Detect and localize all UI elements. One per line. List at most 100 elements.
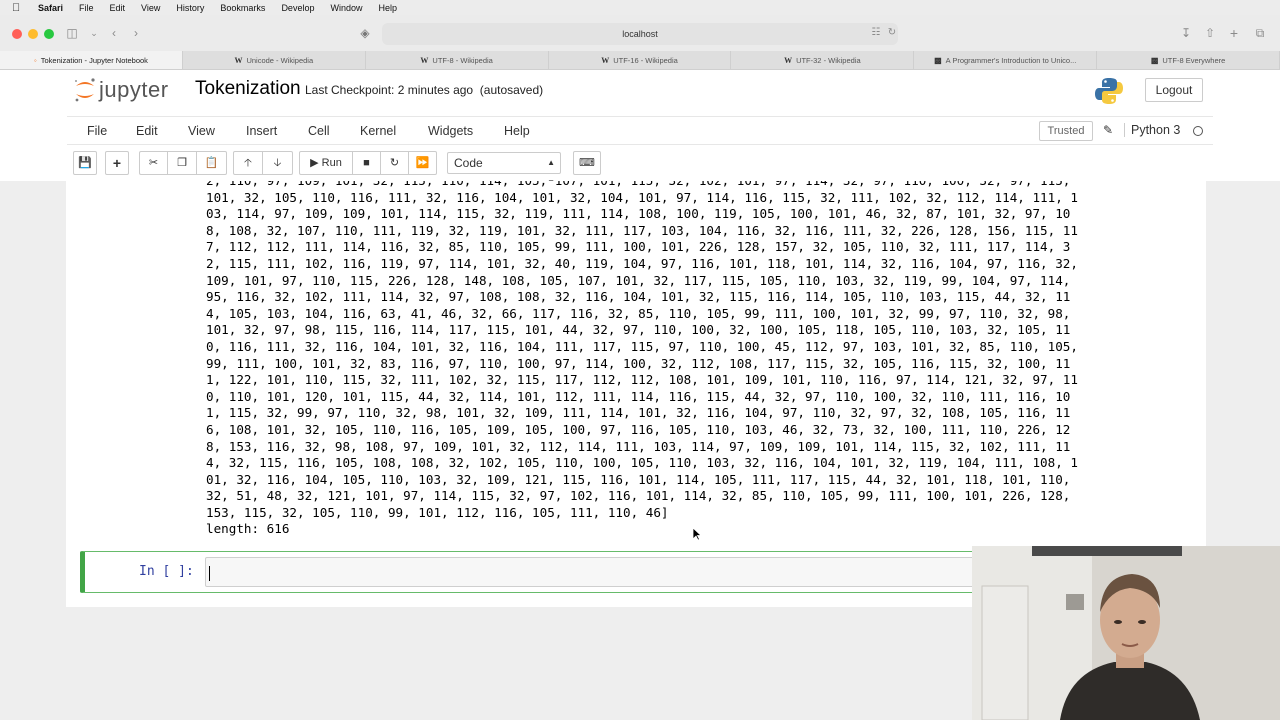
downloads-icon[interactable]: ↧	[1178, 25, 1194, 41]
play-icon: ▶	[310, 157, 319, 169]
output-line: 2, 110, 97, 109, 101, 32, 115, 110, 114,…	[206, 181, 1186, 190]
insert-cell-icon[interactable]: +	[105, 151, 129, 175]
address-bar[interactable]: localhost	[382, 23, 898, 45]
mouse-pointer-icon	[692, 527, 702, 541]
python-logo-icon	[1095, 78, 1123, 104]
command-palette-icon[interactable]: ⌨	[573, 151, 601, 175]
tab-label: Tokenization - Jupyter Notebook	[40, 55, 148, 65]
new-tab-icon[interactable]: +	[1226, 25, 1242, 41]
macos-menubar:  Safari File Edit View History Bookmark…	[0, 0, 1280, 15]
jupyter-logo-text: jupyter	[99, 77, 169, 102]
jupyter-logo[interactable]: jupyter	[73, 76, 169, 104]
nb-menu-help[interactable]: Help	[504, 124, 530, 138]
nb-menu-edit[interactable]: Edit	[136, 124, 158, 138]
interrupt-icon[interactable]: ■	[353, 151, 381, 175]
nb-menu-file[interactable]: File	[87, 124, 107, 138]
trusted-badge[interactable]: Trusted	[1039, 121, 1093, 141]
tab-utf8-everywhere[interactable]: ▩ UTF-8 Everywhere	[1097, 51, 1280, 69]
output-line: 32, 51, 48, 32, 121, 101, 97, 114, 115, …	[206, 488, 1071, 504]
jupyter-favicon-icon: ◦	[33, 55, 37, 65]
restart-run-all-icon[interactable]: ⏩	[409, 151, 437, 175]
nb-menu-insert[interactable]: Insert	[246, 124, 277, 138]
translate-icon[interactable]: ☷	[868, 25, 884, 41]
privacy-shield-icon[interactable]: ◈	[357, 25, 373, 41]
cell-output: 2, 110, 97, 109, 101, 32, 115, 110, 114,…	[206, 181, 1186, 538]
menu-app-safari[interactable]: Safari	[38, 3, 63, 13]
save-icon[interactable]: 💾	[73, 151, 97, 175]
cut-icon[interactable]: ✂	[139, 151, 167, 175]
tab-label: UTF-16 - Wikipedia	[613, 55, 678, 65]
jupyter-header: jupyter Tokenization Last Checkpoint: 2 …	[0, 70, 1280, 112]
reload-icon[interactable]: ↻	[884, 25, 900, 41]
tab-unicode[interactable]: W Unicode - Wikipedia	[183, 51, 366, 69]
minimize-window-button[interactable]	[28, 29, 38, 39]
menu-view[interactable]: View	[141, 3, 160, 13]
paste-icon[interactable]: 📋	[197, 151, 227, 175]
sidebar-icon[interactable]: ◫	[64, 25, 80, 41]
chevron-down-icon[interactable]: ⌄	[86, 25, 102, 41]
output-line: 1, 115, 32, 99, 97, 110, 32, 98, 101, 32…	[206, 405, 1071, 421]
tab-label: UTF-8 - Wikipedia	[432, 55, 493, 65]
menu-help[interactable]: Help	[378, 3, 397, 13]
output-line: 01, 32, 116, 104, 105, 110, 103, 32, 109…	[206, 471, 1071, 487]
kernel-idle-icon	[1193, 126, 1203, 136]
back-icon[interactable]: ‹	[106, 25, 122, 41]
tab-tokenization[interactable]: ◦ Tokenization - Jupyter Notebook	[0, 51, 183, 69]
output-line: 153, 115, 32, 105, 110, 99, 101, 112, 11…	[206, 504, 669, 520]
site-favicon-icon: ▩	[934, 55, 942, 65]
menu-edit[interactable]: Edit	[110, 3, 126, 13]
output-line: 2, 115, 111, 102, 116, 119, 97, 114, 101…	[206, 255, 1078, 271]
tab-utf16[interactable]: W UTF-16 - Wikipedia	[549, 51, 732, 69]
tab-label: Unicode - Wikipedia	[246, 55, 314, 65]
copy-icon[interactable]: ❐	[167, 151, 197, 175]
close-window-button[interactable]	[12, 29, 22, 39]
menu-develop[interactable]: Develop	[281, 3, 314, 13]
output-line: 6, 108, 101, 32, 105, 110, 116, 105, 109…	[206, 421, 1071, 437]
wikipedia-favicon-icon: W	[420, 55, 429, 65]
run-button[interactable]: ▶ Run	[299, 151, 353, 175]
apple-menu-icon[interactable]: 	[12, 2, 26, 14]
notebook-container: 2, 110, 97, 109, 101, 32, 115, 110, 114,…	[66, 181, 1206, 607]
nb-menu-view[interactable]: View	[188, 124, 215, 138]
tab-label: UTF-8 Everywhere	[1162, 55, 1226, 65]
notebook-menubar: File Edit View Insert Cell Kernel Widget…	[67, 116, 1213, 145]
cell-type-value: Code	[454, 156, 483, 170]
nb-menu-cell[interactable]: Cell	[308, 124, 330, 138]
presenter-video	[972, 546, 1280, 720]
output-line: 03, 114, 97, 109, 109, 101, 114, 115, 32…	[206, 206, 1071, 222]
tab-utf8[interactable]: W UTF-8 - Wikipedia	[366, 51, 549, 69]
nb-menu-widgets[interactable]: Widgets	[428, 124, 473, 138]
tab-utf32[interactable]: W UTF-32 - Wikipedia	[731, 51, 915, 69]
webcam-overlay	[972, 546, 1280, 720]
logout-button[interactable]: Logout	[1145, 78, 1203, 102]
move-up-icon[interactable]: 🡡	[233, 151, 263, 175]
cell-type-select[interactable]: Code▲▼	[447, 152, 561, 187]
output-line: 109, 101, 97, 110, 115, 226, 128, 148, 1…	[206, 272, 1071, 288]
output-line: 8, 108, 32, 107, 110, 111, 119, 32, 119,…	[206, 222, 1078, 238]
zoom-window-button[interactable]	[44, 29, 54, 39]
menu-history[interactable]: History	[176, 3, 204, 13]
move-down-icon[interactable]: 🡣	[263, 151, 293, 175]
menu-file[interactable]: File	[79, 3, 94, 13]
menu-bookmarks[interactable]: Bookmarks	[220, 3, 265, 13]
forward-icon[interactable]: ›	[128, 25, 144, 41]
wikipedia-favicon-icon: W	[601, 55, 610, 65]
menu-window[interactable]: Window	[330, 3, 362, 13]
tab-label: A Programmer's Introduction to Unico...	[945, 55, 1077, 65]
nb-menu-kernel[interactable]: Kernel	[360, 124, 396, 138]
restart-icon[interactable]: ↻	[381, 151, 409, 175]
tab-programmers-intro[interactable]: ▩ A Programmer's Introduction to Unico...	[914, 51, 1098, 69]
checkpoint-status: Last Checkpoint: 2 minutes ago (autosave…	[305, 83, 543, 97]
browser-tabs: ◦ Tokenization - Jupyter Notebook W Unicod…	[0, 51, 1280, 70]
notebook-toolbar: 💾 + ✂ ❐ 📋 🡡 🡣 ▶ Run ■ ↻ ⏩ Code▲▼ ⌨	[67, 149, 1213, 187]
share-icon[interactable]: ⇧	[1202, 25, 1218, 41]
tab-overview-icon[interactable]: ⧉	[1252, 25, 1268, 41]
browser-toolbar: ◫ ⌄ ‹ › ◈ localhost ☷ ↻ ↧ ⇧ + ⧉	[0, 15, 1280, 51]
output-line: 7, 112, 112, 111, 114, 116, 32, 85, 110,…	[206, 239, 1071, 255]
output-line: 0, 116, 111, 32, 116, 104, 101, 32, 116,…	[206, 338, 1078, 354]
output-line: 8, 153, 116, 32, 98, 108, 97, 109, 101, …	[206, 438, 1071, 454]
tab-label: UTF-32 - Wikipedia	[796, 55, 861, 65]
notebook-title[interactable]: Tokenization	[195, 78, 301, 100]
kernel-name[interactable]: Python 3	[1124, 123, 1180, 137]
pencil-icon[interactable]: ✎	[1103, 123, 1113, 137]
